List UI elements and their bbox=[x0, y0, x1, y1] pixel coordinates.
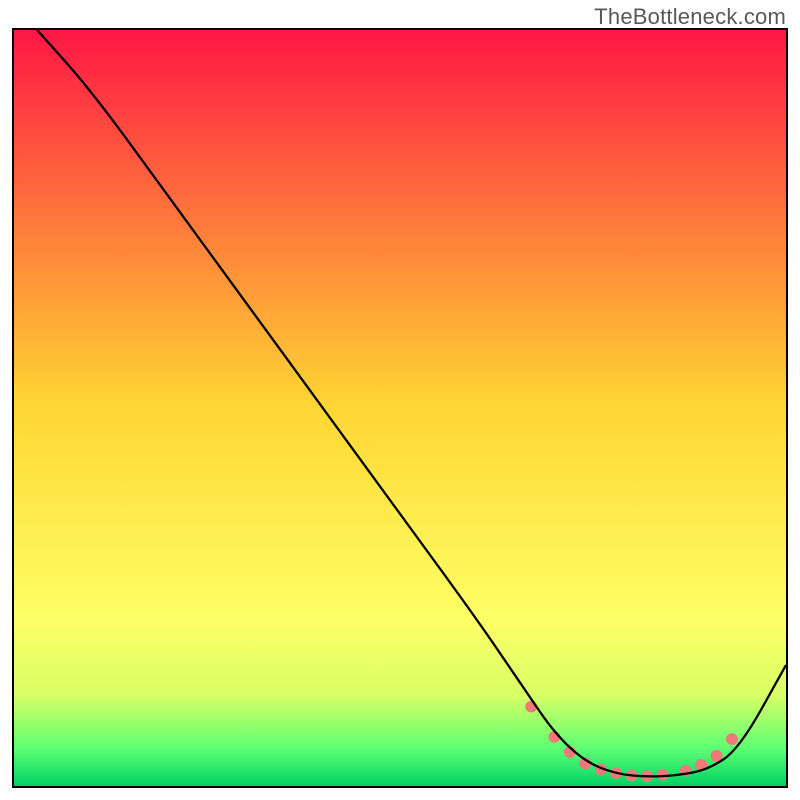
chart-svg bbox=[14, 30, 786, 786]
chart-marker bbox=[657, 769, 669, 781]
watermark-text: TheBottleneck.com bbox=[594, 4, 786, 30]
chart-plot-area bbox=[12, 28, 788, 788]
chart-marker bbox=[726, 733, 738, 745]
